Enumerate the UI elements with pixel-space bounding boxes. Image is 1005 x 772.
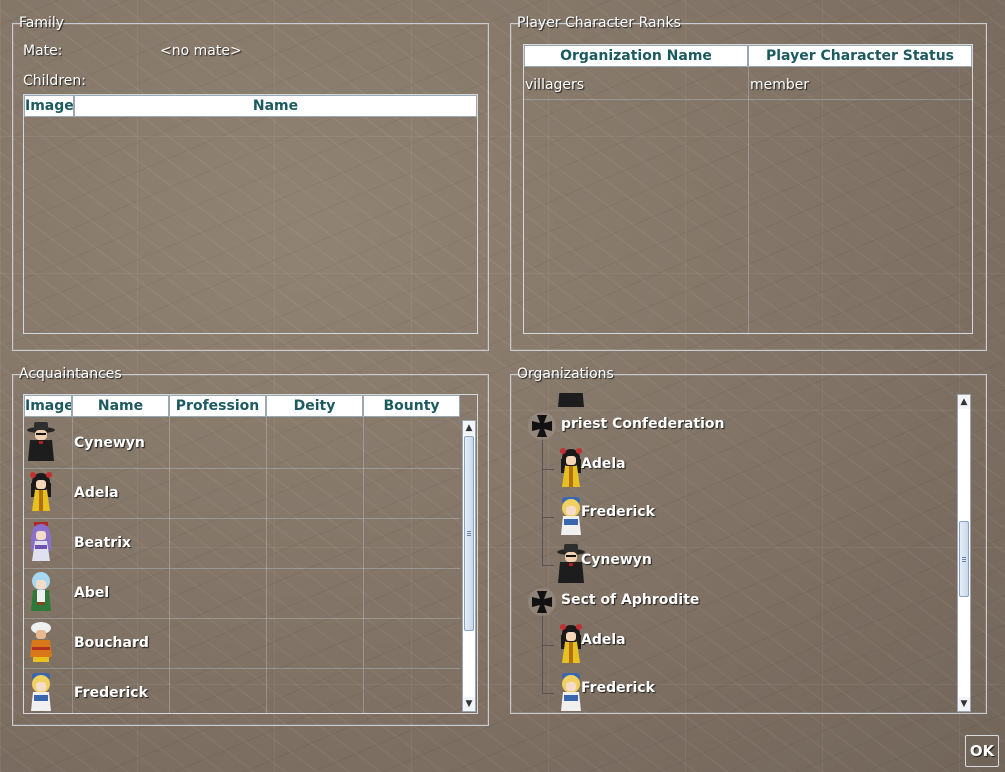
mate-label: Mate: bbox=[23, 43, 63, 59]
acquaintance-name: Cynewyn bbox=[74, 435, 145, 451]
acq-column-bounty[interactable]: Bounty bbox=[363, 395, 460, 417]
ranks-title: Player Character Ranks bbox=[517, 15, 681, 31]
children-list[interactable]: Image Name bbox=[23, 94, 478, 334]
ranks-status-cell: member bbox=[750, 77, 810, 93]
acq-column-name[interactable]: Name bbox=[72, 395, 169, 417]
purple-hair-character-icon bbox=[31, 522, 51, 561]
member-name: Cynewyn bbox=[581, 552, 652, 568]
ok-button[interactable]: OK bbox=[965, 735, 999, 767]
family-title: Family bbox=[19, 15, 65, 31]
acquaintance-name: Frederick bbox=[74, 685, 148, 701]
organizations-title: Organizations bbox=[517, 366, 614, 382]
organizations-tree[interactable]: priest Confederation Adela Frederick Cyn… bbox=[521, 393, 983, 711]
children-label: Children: bbox=[23, 73, 86, 89]
acq-column-profession[interactable]: Profession bbox=[169, 395, 266, 417]
scroll-up-arrow-icon[interactable]: ▲ bbox=[958, 395, 970, 409]
children-column-image[interactable]: Image bbox=[24, 95, 74, 117]
light-blue-hair-character-icon bbox=[31, 572, 51, 611]
acquaintance-name: Beatrix bbox=[74, 535, 132, 551]
turban-character-icon bbox=[30, 622, 52, 662]
ranks-organization-cell: villagers bbox=[525, 77, 585, 93]
organizations-scroll-thumb[interactable] bbox=[959, 521, 969, 597]
scroll-up-arrow-icon[interactable]: ▲ bbox=[463, 421, 475, 435]
iron-cross-icon bbox=[528, 588, 556, 616]
organization-name: Sect of Aphrodite bbox=[561, 592, 700, 608]
member-name: Adela bbox=[581, 632, 626, 648]
acq-column-deity[interactable]: Deity bbox=[266, 395, 363, 417]
mate-value: <no mate> bbox=[160, 43, 242, 59]
organizations-scrollbar[interactable]: ▲ ▼ bbox=[957, 394, 971, 712]
acquaintance-name: Adela bbox=[74, 485, 119, 501]
ranks-table[interactable]: Organization Name Player Character Statu… bbox=[523, 44, 973, 334]
ranks-column-status[interactable]: Player Character Status bbox=[748, 45, 972, 67]
acquaintances-scroll-thumb[interactable] bbox=[464, 436, 474, 631]
acquaintances-group: Acquaintances Image Name Profession Deit… bbox=[12, 366, 489, 726]
acquaintances-table[interactable]: Image Name Profession Deity Bounty Cynew… bbox=[23, 394, 478, 714]
organizations-group: Organizations priest Confederation Adela… bbox=[510, 366, 987, 714]
black-hair-yellow-dress-character-icon bbox=[30, 472, 52, 511]
family-group: Family Mate: <no mate> Children: Image N… bbox=[12, 15, 489, 351]
acq-column-image[interactable]: Image bbox=[24, 395, 72, 417]
member-name: Adela bbox=[581, 456, 626, 472]
acquaintances-scrollbar[interactable]: ▲ ▼ bbox=[462, 420, 476, 712]
dark-hat-character-icon bbox=[558, 393, 584, 407]
acquaintance-name: Bouchard bbox=[74, 635, 149, 651]
ranks-column-organization[interactable]: Organization Name bbox=[524, 45, 748, 67]
dark-hat-character-icon bbox=[27, 422, 55, 461]
ranks-group: Player Character Ranks Organization Name… bbox=[510, 15, 987, 351]
acquaintances-title: Acquaintances bbox=[19, 366, 122, 382]
acquaintance-name: Abel bbox=[74, 585, 110, 601]
scroll-down-arrow-icon[interactable]: ▼ bbox=[463, 697, 475, 711]
member-name: Frederick bbox=[581, 504, 655, 520]
iron-cross-icon bbox=[528, 412, 556, 440]
organization-name: priest Confederation bbox=[561, 416, 725, 432]
scroll-down-arrow-icon[interactable]: ▼ bbox=[958, 697, 970, 711]
children-column-name[interactable]: Name bbox=[74, 95, 477, 117]
member-name: Frederick bbox=[581, 680, 655, 696]
blonde-blue-hat-character-icon bbox=[31, 673, 51, 711]
